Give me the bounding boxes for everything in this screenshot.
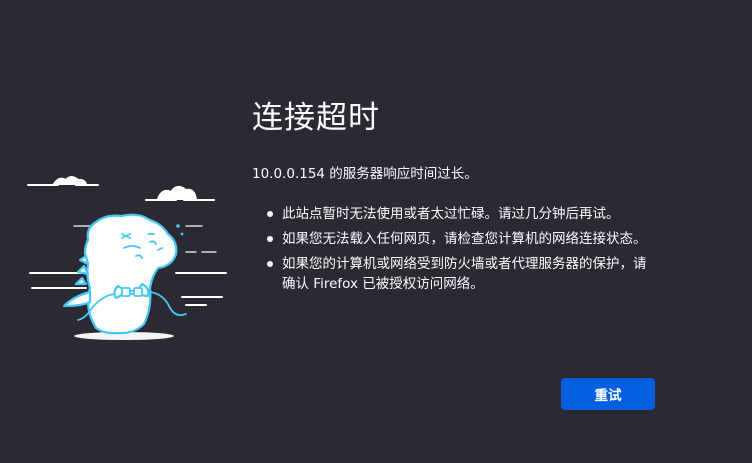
- page-title: 连接超时: [252, 100, 380, 136]
- error-description: 10.0.0.154 的服务器响应时间过长。: [252, 166, 478, 182]
- dino-unplugged-illustration: [26, 168, 230, 348]
- tip-text: 如果您的计算机或网络受到防火墙或者代理服务器的保护，请确认 Firefox 已被…: [282, 256, 647, 292]
- error-content: 连接超时 10.0.0.154 的服务器响应时间过长。 此站点暂时无法使用或者太…: [252, 96, 672, 299]
- list-item: 如果您的计算机或网络受到防火墙或者代理服务器的保护，请确认 Firefox 已被…: [252, 254, 658, 294]
- bullet-icon: [267, 236, 273, 242]
- bullet-icon: [267, 261, 273, 267]
- bullet-icon: [267, 211, 273, 217]
- retry-button[interactable]: 重试: [561, 378, 655, 410]
- error-page: 连接超时 10.0.0.154 的服务器响应时间过长。 此站点暂时无法使用或者太…: [0, 0, 752, 463]
- troubleshooting-list: 此站点暂时无法使用或者太过忙碌。请过几分钟后再试。 如果您无法载入任何网页，请检…: [252, 204, 672, 294]
- tip-text: 此站点暂时无法使用或者太过忙碌。请过几分钟后再试。: [282, 206, 620, 222]
- list-item: 如果您无法载入任何网页，请检查您计算机的网络连接状态。: [252, 229, 658, 249]
- list-item: 此站点暂时无法使用或者太过忙碌。请过几分钟后再试。: [252, 204, 658, 224]
- tip-text: 如果您无法载入任何网页，请检查您计算机的网络连接状态。: [282, 231, 647, 247]
